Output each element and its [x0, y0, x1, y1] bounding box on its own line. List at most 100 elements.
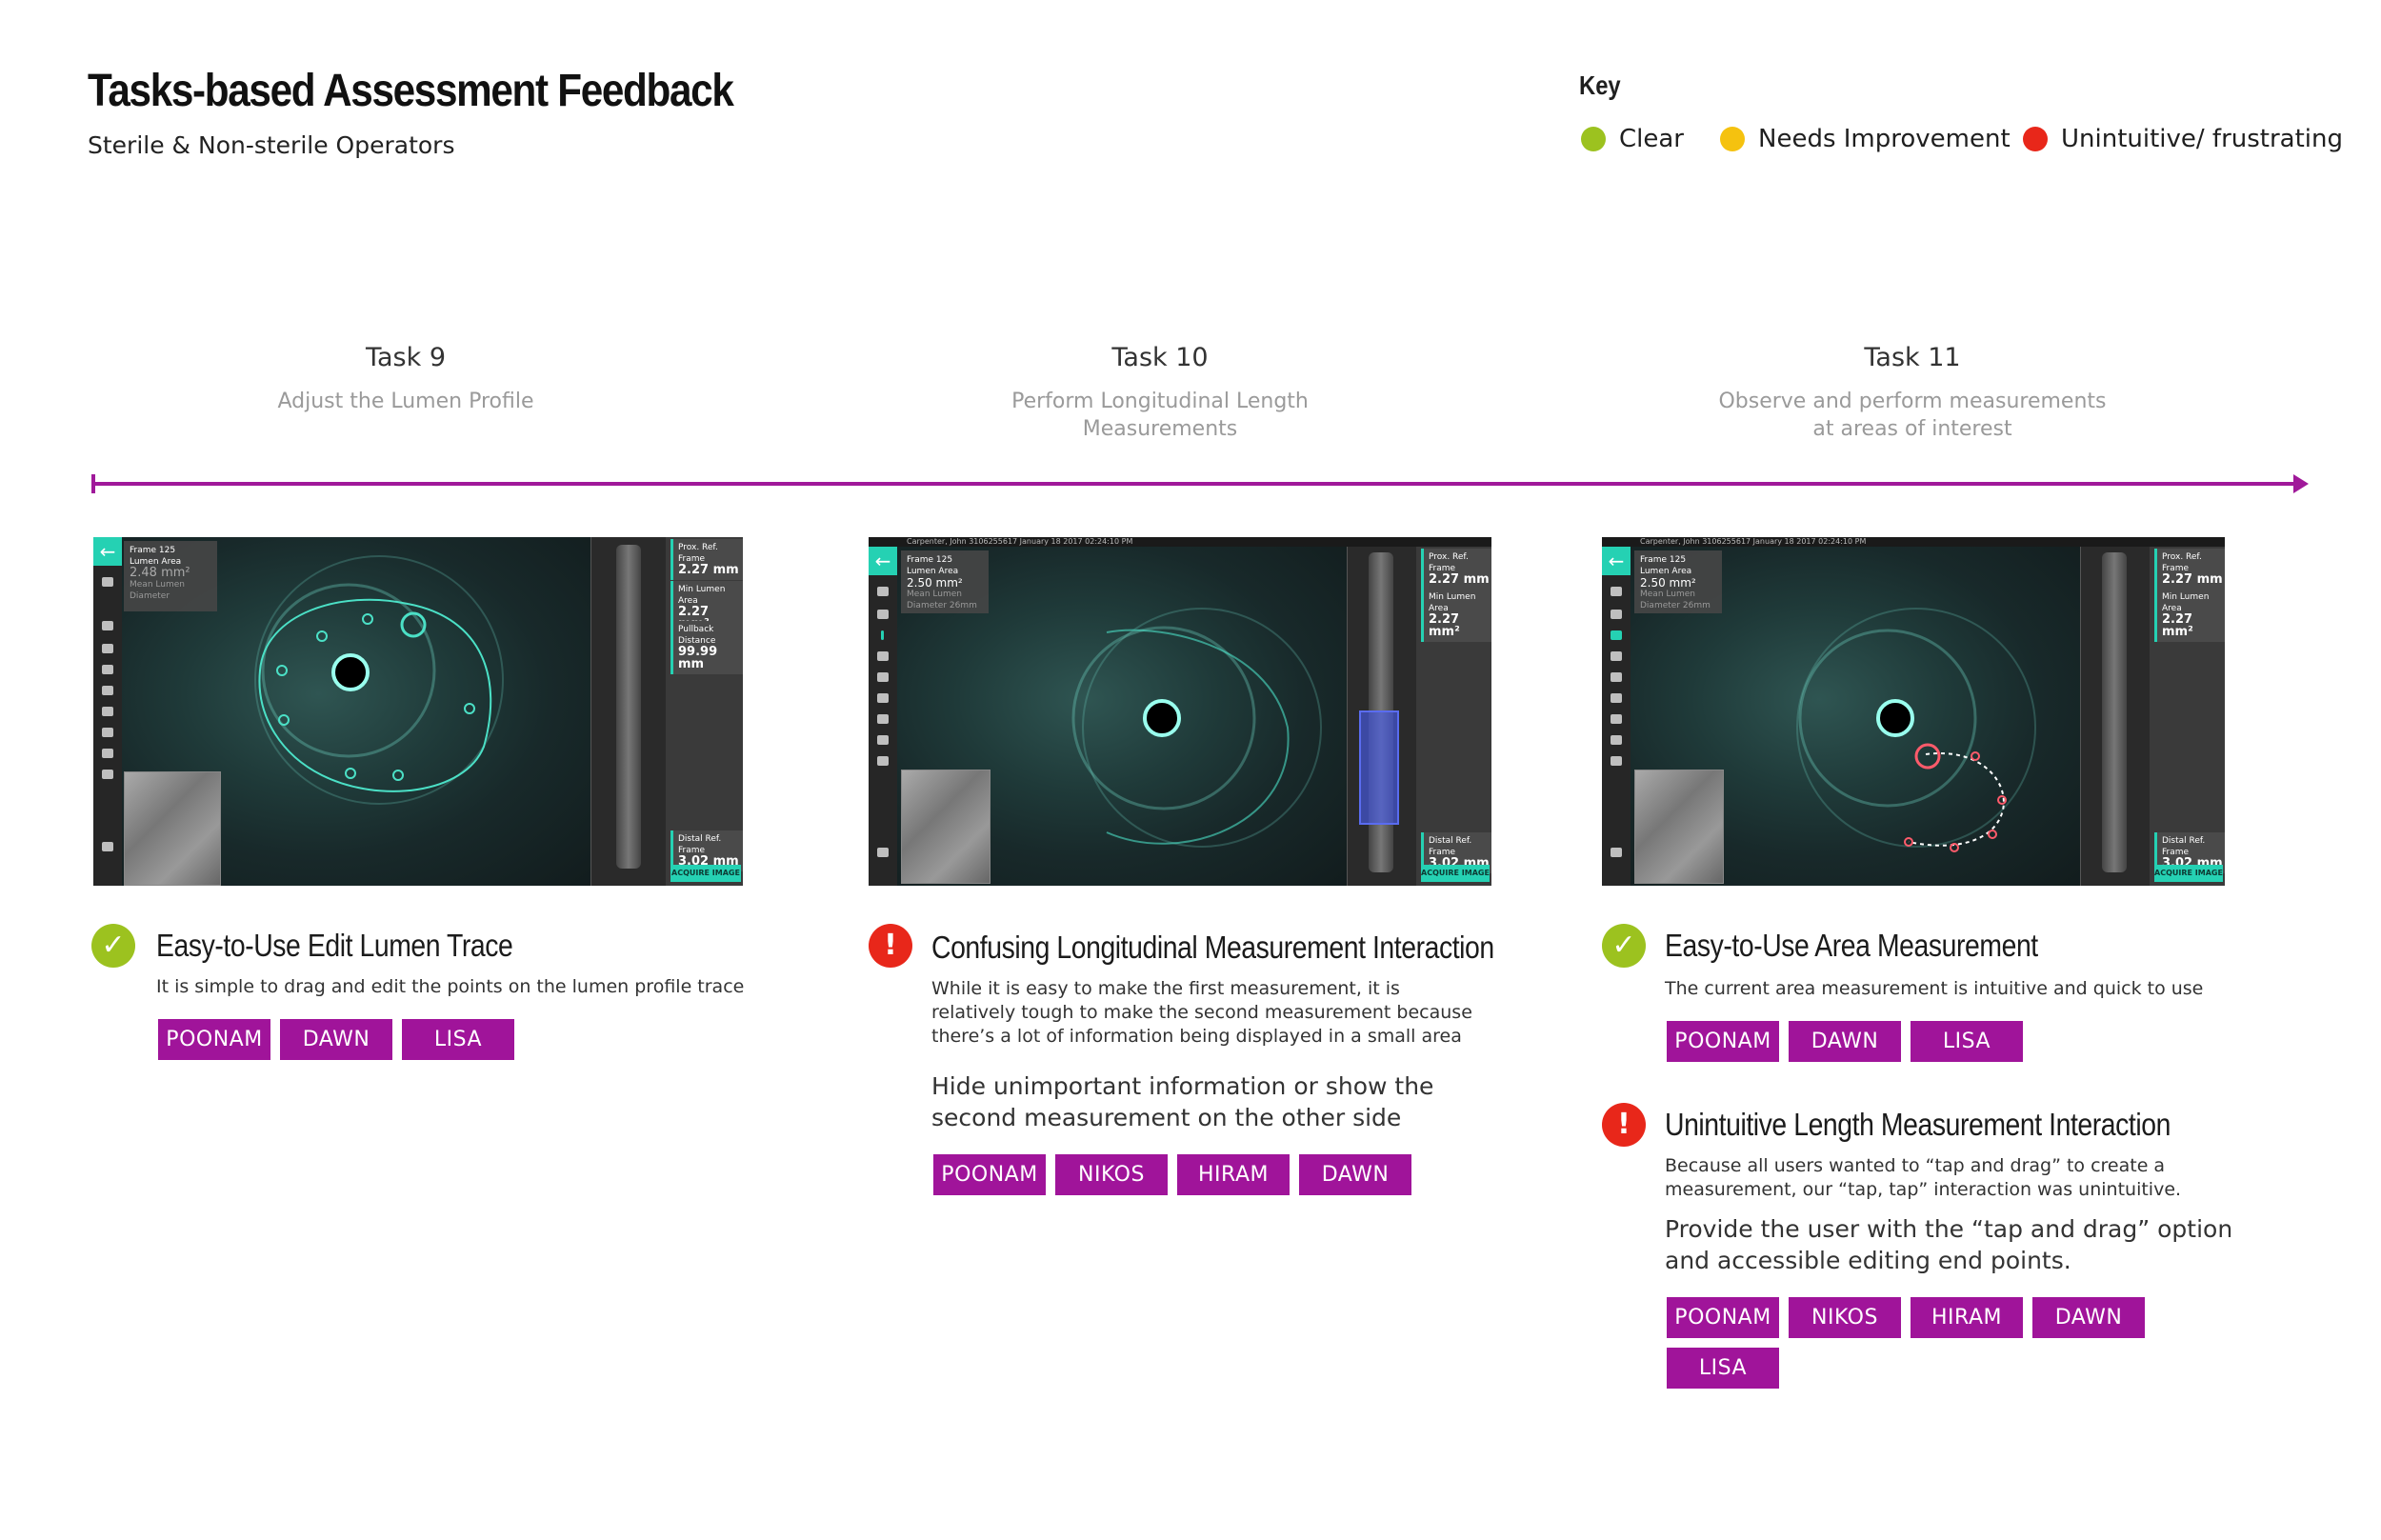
user-tag: DAWN	[1789, 1021, 1901, 1062]
l-mode-view[interactable]	[2080, 547, 2150, 886]
user-tag: DAWN	[1299, 1154, 1411, 1195]
key-title: Key	[1579, 70, 1621, 100]
box-value: 2.27 mm	[2162, 572, 2223, 587]
tool-icon[interactable]	[1611, 587, 1622, 596]
box-value: 2.27 mm	[678, 563, 739, 577]
l-mode-view[interactable]	[1347, 547, 1416, 886]
tool-icon[interactable]	[102, 644, 113, 653]
lumen-info-panel: Frame 125 Lumen Area 2.50 mm² Mean Lumen…	[901, 550, 989, 613]
key-label: Clear	[1619, 125, 1684, 153]
task10-screenshot: Carpenter, John 3106255617 January 18 20…	[869, 537, 1491, 886]
length-tool-icon[interactable]	[881, 630, 884, 640]
mean-diameter-label: Mean Lumen Diameter 26mm	[907, 590, 977, 610]
user-tags: POONAM DAWN LISA	[1667, 1021, 2023, 1062]
patient-info-bar: Carpenter, John 3106255617 January 18 20…	[1602, 537, 2225, 547]
lumen-area-value: 2.50 mm²	[907, 576, 963, 590]
angiogram-thumbnail[interactable]	[1634, 770, 1724, 884]
red-dot-icon	[2023, 127, 2048, 151]
tool-icon[interactable]	[102, 577, 113, 587]
box-value: 2.27 mm	[1429, 572, 1490, 587]
feedback-title: Easy-to-Use Area Measurement	[1665, 928, 2038, 963]
tool-icon[interactable]	[1611, 714, 1622, 724]
tool-icon[interactable]	[877, 587, 889, 596]
tool-icon[interactable]	[877, 610, 889, 619]
tool-icon[interactable]	[1611, 693, 1622, 703]
length-measurement-overlay[interactable]	[1359, 710, 1399, 825]
tool-icon[interactable]	[1611, 672, 1622, 682]
lumen-info-panel: Frame 125 Lumen Area 2.50 mm² Mean Lumen…	[1634, 550, 1722, 613]
frame-label: Frame 125	[1640, 555, 1687, 565]
tool-icon[interactable]	[1611, 651, 1622, 661]
tool-icon[interactable]	[102, 707, 113, 716]
acquire-image-button[interactable]: ACQUIRE IMAGE	[670, 865, 741, 882]
task-heading: Task 9 Adjust the Lumen Profile	[120, 343, 691, 415]
user-tag: NIKOS	[1055, 1154, 1168, 1195]
user-tag: POONAM	[933, 1154, 1046, 1195]
user-tag: POONAM	[1667, 1297, 1779, 1338]
tool-icon[interactable]	[877, 651, 889, 661]
user-tags: POONAM NIKOS HIRAM DAWN LISA	[1667, 1297, 2200, 1389]
vessel-longitudinal	[2102, 552, 2127, 872]
tool-icon[interactable]	[877, 672, 889, 682]
angiogram-thumbnail[interactable]	[901, 770, 990, 884]
key-label: Unintuitive/ frustrating	[2061, 125, 2344, 153]
feedback-body: It is simple to drag and edit the points…	[156, 976, 745, 997]
tool-icon[interactable]	[102, 621, 113, 630]
l-mode-view[interactable]	[590, 537, 666, 886]
area-tool-icon[interactable]	[1611, 630, 1622, 640]
tool-icon[interactable]	[877, 714, 889, 724]
gear-icon[interactable]	[102, 842, 113, 851]
lumen-area-value: 2.48 mm²	[130, 566, 190, 580]
right-panel: Prox. Ref. Frame 2.27 mm Min Lumen Area …	[590, 537, 743, 886]
measure-box: Prox. Ref. Frame 2.27 mm	[1421, 549, 1491, 590]
acquire-image-button[interactable]: ACQUIRE IMAGE	[1421, 865, 1490, 882]
user-tag: NIKOS	[1789, 1297, 1901, 1338]
vessel-longitudinal	[616, 545, 641, 869]
box-value: 99.99 mm	[678, 645, 718, 671]
tool-icon[interactable]	[877, 756, 889, 766]
side-toolbar: ←	[1602, 547, 1631, 886]
tool-icon[interactable]	[1611, 756, 1622, 766]
key-label: Needs Improvement	[1758, 125, 2011, 153]
tool-icon[interactable]	[102, 665, 113, 674]
tool-icon[interactable]	[102, 749, 113, 758]
right-panel: Prox. Ref. Frame 2.27 mm Min Lumen Area …	[1347, 547, 1491, 886]
lumen-info-panel: Frame 125 Lumen Area 2.48 mm² Mean Lumen…	[124, 541, 217, 611]
key-item-clear: Clear	[1581, 122, 1684, 156]
task-description: Perform Longitudinal Length Measurements	[1011, 390, 1309, 441]
back-arrow-icon[interactable]: ←	[869, 547, 897, 575]
mean-diameter-label: Mean Lumen Diameter 26mm	[1640, 590, 1711, 610]
tool-icon[interactable]	[1611, 610, 1622, 619]
acquire-image-button[interactable]: ACQUIRE IMAGE	[2154, 865, 2223, 882]
user-tag: HIRAM	[1177, 1154, 1290, 1195]
tool-icon[interactable]	[102, 728, 113, 737]
user-tag: LISA	[1911, 1021, 2023, 1062]
frame-label: Frame 125	[907, 555, 953, 565]
measure-box: Prox. Ref. Frame 2.27 mm	[2154, 549, 2225, 590]
gear-icon[interactable]	[877, 848, 889, 857]
user-tag: DAWN	[280, 1019, 392, 1060]
measure-box: Min Lumen Area 2.27 mm²	[1421, 589, 1491, 642]
box-label: Min Lumen Area	[678, 585, 726, 606]
tool-icon[interactable]	[102, 686, 113, 695]
gear-icon[interactable]	[1611, 848, 1622, 857]
box-label: Distal Ref. Frame	[2162, 836, 2206, 857]
user-tag: HIRAM	[1911, 1297, 2023, 1338]
tool-icon[interactable]	[877, 693, 889, 703]
task9-screenshot: ← Frame 125 Lumen Area 2.48 mm² Mean Lum…	[93, 537, 743, 886]
feedback-title: Unintuitive Length Measurement Interacti…	[1665, 1107, 2171, 1142]
tool-icon[interactable]	[877, 735, 889, 745]
task-description: Observe and perform measurements at area…	[1718, 390, 2107, 441]
timeline-arrow-icon	[2293, 474, 2309, 493]
exclamation-icon: !	[1602, 1103, 1646, 1147]
angiogram-thumbnail[interactable]	[124, 771, 221, 886]
box-label: Prox. Ref. Frame	[1429, 552, 1469, 573]
tool-icon[interactable]	[102, 770, 113, 779]
box-label: Min Lumen Area	[1429, 592, 1476, 613]
user-tags: POONAM DAWN LISA	[158, 1019, 514, 1060]
back-arrow-icon[interactable]: ←	[93, 537, 122, 566]
right-panel: Prox. Ref. Frame 2.27 mm Min Lumen Area …	[2080, 547, 2225, 886]
tool-icon[interactable]	[1611, 735, 1622, 745]
user-tags: POONAM NIKOS HIRAM DAWN	[933, 1154, 1411, 1195]
back-arrow-icon[interactable]: ←	[1602, 547, 1631, 575]
